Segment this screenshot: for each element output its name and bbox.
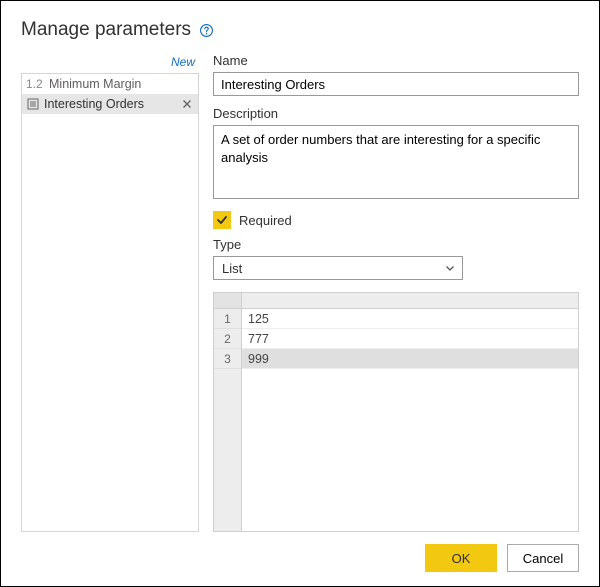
type-select[interactable]: List (213, 256, 463, 280)
parameter-label: Interesting Orders (44, 97, 175, 111)
list-icon (26, 98, 39, 111)
new-parameter-link[interactable]: New (171, 55, 195, 69)
description-label: Description (213, 106, 579, 121)
type-label: Type (213, 237, 579, 252)
grid-data: 125 777 999 (242, 309, 578, 531)
grid-gutter: 1 2 3 (214, 309, 242, 531)
parameter-list: 1.2 Minimum Margin Interesting Orders (21, 73, 199, 532)
row-number: 2 (214, 329, 241, 349)
chevron-down-icon (444, 262, 456, 274)
name-label: Name (213, 53, 579, 68)
row-number: 1 (214, 309, 241, 329)
parameter-prefix: 1.2 (26, 77, 44, 91)
grid-cell[interactable]: 999 (242, 349, 578, 369)
description-input[interactable] (213, 125, 579, 199)
parameter-sidebar: New 1.2 Minimum Margin (21, 53, 199, 532)
parameter-form: Name Description Required Type List (213, 53, 579, 532)
required-label: Required (239, 213, 292, 228)
grid-cell[interactable]: 777 (242, 329, 578, 349)
parameter-label: Minimum Margin (49, 77, 194, 91)
grid-cell[interactable]: 125 (242, 309, 578, 329)
ok-button[interactable]: OK (425, 544, 497, 572)
parameter-item-minimum-margin[interactable]: 1.2 Minimum Margin (22, 74, 198, 94)
close-icon[interactable] (180, 99, 194, 109)
help-icon[interactable] (199, 23, 214, 38)
grid-corner (214, 293, 242, 309)
name-input[interactable] (213, 72, 579, 96)
grid-header (242, 293, 578, 309)
dialog-title: Manage parameters (21, 19, 191, 41)
cancel-button[interactable]: Cancel (507, 544, 579, 572)
row-number: 3 (214, 349, 241, 369)
required-checkbox[interactable] (213, 211, 231, 229)
type-select-value: List (222, 261, 242, 276)
list-values-grid[interactable]: 1 2 3 125 777 999 (213, 292, 579, 532)
parameter-item-interesting-orders[interactable]: Interesting Orders (22, 94, 198, 114)
